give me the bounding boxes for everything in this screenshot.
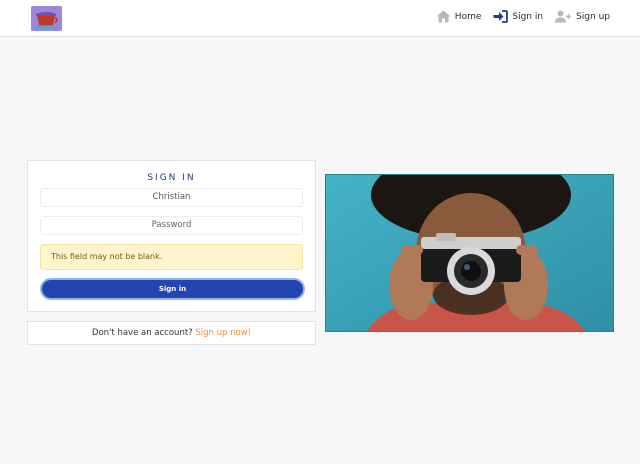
nav-signup[interactable]: Sign up xyxy=(555,10,610,23)
error-alert: This field may not be blank. xyxy=(40,244,303,270)
signin-button[interactable]: Sign in xyxy=(40,278,305,300)
username-field[interactable]: Christian xyxy=(40,188,303,207)
nav-signup-label: Sign up xyxy=(576,11,610,22)
nav-signin-label: Sign in xyxy=(512,11,544,22)
home-icon xyxy=(436,10,451,23)
password-field[interactable]: Password xyxy=(40,216,303,235)
photographer-with-camera-image xyxy=(326,175,613,331)
sign-in-icon xyxy=(493,10,509,23)
nav-home[interactable]: Home xyxy=(436,10,482,23)
navbar: Home Sign in Sign up xyxy=(0,0,640,37)
nav-signin[interactable]: Sign in xyxy=(493,10,543,23)
hero-image xyxy=(325,174,614,332)
main-nav: Home Sign in Sign up xyxy=(436,10,610,23)
signin-card: SIGN IN Christian Password This field ma… xyxy=(27,160,316,312)
logo[interactable] xyxy=(31,6,62,31)
signin-title: SIGN IN xyxy=(147,173,196,183)
signup-prompt-text: Don't have an account? xyxy=(91,328,193,338)
add-user-icon xyxy=(555,10,572,23)
signup-link[interactable]: Sign up now! xyxy=(195,328,251,338)
logo-image xyxy=(31,6,62,31)
nav-home-label: Home xyxy=(454,11,482,22)
signup-card: Don't have an account? Sign up now! xyxy=(27,321,316,345)
